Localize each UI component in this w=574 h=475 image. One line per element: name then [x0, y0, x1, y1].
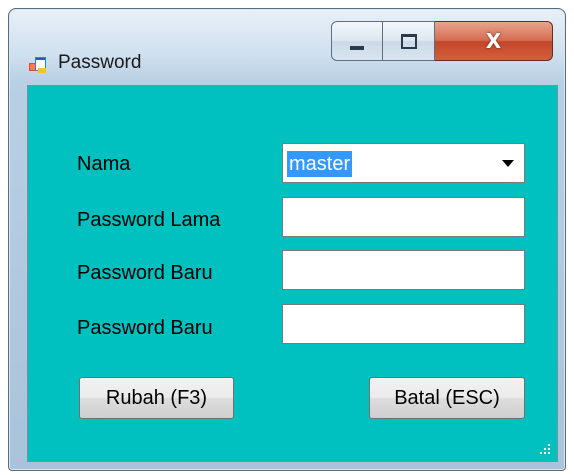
password-baru-confirm-label: Password Baru	[77, 317, 213, 339]
maximize-button[interactable]	[383, 21, 435, 61]
minimize-button[interactable]	[331, 21, 383, 61]
password-baru-field[interactable]	[282, 250, 525, 290]
maximize-icon	[400, 33, 417, 49]
minimize-icon	[350, 46, 364, 50]
chevron-down-icon[interactable]	[502, 160, 514, 167]
nama-label: Nama	[77, 153, 131, 175]
batal-button[interactable]: Batal (ESC)	[369, 377, 525, 419]
close-icon: X	[485, 29, 502, 53]
form-app-icon[interactable]	[29, 56, 47, 74]
password-baru-label: Password Baru	[77, 262, 213, 284]
nama-combobox[interactable]: master	[282, 143, 525, 183]
nama-selected-value: master	[287, 151, 353, 177]
title-bar[interactable]: Password X	[9, 9, 565, 84]
window-title: Password	[58, 52, 142, 73]
password-baru-confirm-field[interactable]	[282, 304, 525, 344]
window-controls: X	[331, 21, 553, 61]
resize-grip-icon[interactable]	[539, 443, 551, 455]
close-button[interactable]: X	[435, 21, 553, 61]
form-client-area: Nama master Password Lama Password Baru …	[27, 85, 558, 462]
password-lama-label: Password Lama	[77, 209, 221, 231]
password-window: Password X Nama master Password Lama Pas…	[8, 8, 566, 471]
rubah-button[interactable]: Rubah (F3)	[79, 377, 234, 419]
password-lama-field[interactable]	[282, 197, 525, 237]
